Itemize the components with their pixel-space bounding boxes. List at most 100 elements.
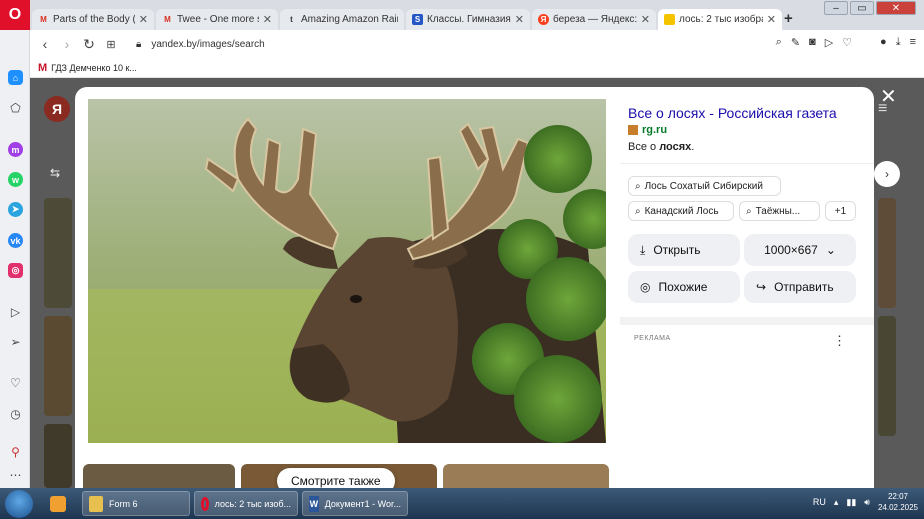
lock-icon: 🔒︎ xyxy=(136,38,142,50)
close-window-button[interactable]: ✕ xyxy=(876,1,916,15)
close-icon[interactable]: ✕ xyxy=(263,13,272,26)
telegram-icon[interactable]: ➤ xyxy=(8,202,23,217)
url-field[interactable]: 🔒︎ yandex.by/images/search xyxy=(136,39,265,50)
extensions-icon[interactable]: ⚲ xyxy=(8,444,23,459)
ad-block: РЕКЛАМА ⋮ xyxy=(620,317,874,488)
search-icon[interactable]: ⌕ xyxy=(776,36,782,49)
back-icon[interactable]: ‹ xyxy=(34,36,56,52)
heart-icon[interactable]: ♡ xyxy=(842,36,852,49)
more-icon[interactable]: ⋯ xyxy=(8,467,23,482)
tab-title: Классы. Гимназия № 2 xyxy=(427,14,511,25)
image-viewer: Все о лосях - Российская газета rg.ru Вс… xyxy=(75,87,874,488)
tab-4[interactable]: S Классы. Гимназия № 2 ✕ xyxy=(406,9,530,30)
background-thumbnail xyxy=(878,198,896,308)
close-viewer-icon[interactable]: ✕ xyxy=(880,84,897,109)
word-icon: W xyxy=(309,495,319,512)
share-button[interactable]: ↪ Отправить xyxy=(744,271,856,303)
source-title[interactable]: Все о лосях - Российская газета xyxy=(628,105,837,121)
new-tab-button[interactable]: + xyxy=(784,11,798,26)
close-icon[interactable]: ✕ xyxy=(139,13,148,26)
menu-icon[interactable]: ≡ xyxy=(910,36,916,49)
profile-icon[interactable]: ● xyxy=(880,36,887,49)
home-icon[interactable]: ⌂ xyxy=(8,70,23,85)
taskbar: Form 6 лось: 2 тыс изоб... W Документ1 -… xyxy=(0,488,924,519)
more-tags-chip[interactable]: +1 xyxy=(825,201,856,221)
tabs-grid-icon[interactable]: ⊞ xyxy=(100,38,122,51)
messenger-icon[interactable]: m xyxy=(8,142,23,157)
taskbar-item-word[interactable]: W Документ1 - Wor... xyxy=(302,491,408,516)
vk-icon[interactable]: vk xyxy=(8,233,23,248)
gmail-icon: M xyxy=(40,15,47,24)
see-also-button[interactable]: Смотрите также xyxy=(277,468,395,488)
source-domain[interactable]: rg.ru xyxy=(628,124,667,136)
send-icon[interactable]: ➢ xyxy=(8,334,23,349)
send-icon[interactable]: ▷ xyxy=(825,36,833,49)
next-arrow-button[interactable]: › xyxy=(874,161,900,187)
tab-title: Parts of the Body (1).pdf xyxy=(53,14,135,25)
tab-strip: O M Parts of the Body (1).pdf ✕ M Twee -… xyxy=(0,0,924,30)
domain-text: rg.ru xyxy=(642,124,668,136)
media-player-icon[interactable] xyxy=(44,491,74,516)
opera-sidebar: ⌂ ⬠ m w ➤ vk ◎ ▷ ➢ ♡ ◷ ⚲ ⋯ xyxy=(0,30,30,488)
background-thumbnail xyxy=(44,198,72,308)
tab-6-active[interactable]: лось: 2 тыс изображени ✕ xyxy=(658,9,782,30)
search-icon: ⌕ xyxy=(635,205,641,217)
taskbar-item-folder[interactable]: Form 6 xyxy=(82,491,190,516)
bookmark-item[interactable]: ГДЗ Демченко 10 к... xyxy=(51,63,137,73)
similar-thumbnail[interactable] xyxy=(83,464,235,488)
background-thumbnail xyxy=(44,424,72,488)
reload-icon[interactable]: ↻ xyxy=(78,36,100,53)
close-icon[interactable]: ✕ xyxy=(515,13,524,26)
more-options-icon[interactable]: ⋮ xyxy=(833,333,846,349)
tab-5[interactable]: Я береза — Яндекс: нашл ✕ xyxy=(532,9,656,30)
network-icon[interactable]: ▮▮ xyxy=(846,497,856,508)
tab-2[interactable]: M Twee - One more step a ✕ xyxy=(156,9,278,30)
background-thumbnail xyxy=(44,316,72,416)
instagram-icon[interactable]: ◎ xyxy=(8,263,23,278)
tab-1[interactable]: M Parts of the Body (1).pdf ✕ xyxy=(32,9,154,30)
system-tray: RU ▴ ▮▮ 🔊︎ 22:07 24.02.2025 xyxy=(813,491,918,513)
divider xyxy=(620,163,874,164)
heart-icon[interactable]: ♡ xyxy=(8,375,23,390)
close-icon[interactable]: ✕ xyxy=(767,13,776,26)
taskbar-item-opera[interactable]: лось: 2 тыс изоб... xyxy=(194,491,298,516)
language-indicator[interactable]: RU xyxy=(813,497,826,507)
moose-photo[interactable] xyxy=(88,99,606,443)
download-icon[interactable]: ⤓ xyxy=(896,36,901,49)
folder-icon xyxy=(89,495,103,512)
tag-chip[interactable]: ⌕ Канадский Лось xyxy=(628,201,734,221)
edit-icon[interactable]: ✎ xyxy=(791,36,800,49)
clock[interactable]: 22:07 24.02.2025 xyxy=(878,491,918,513)
forward-icon[interactable]: › xyxy=(56,36,78,52)
site-favicon-icon xyxy=(628,125,638,135)
tab-title: лось: 2 тыс изображени xyxy=(679,14,763,25)
pinboard-icon[interactable]: ⬠ xyxy=(8,100,23,115)
player-icon[interactable]: ▷ xyxy=(8,304,23,319)
yandex-logo[interactable]: Я xyxy=(44,96,70,122)
yandex-icon: Я xyxy=(538,14,549,25)
similar-button[interactable]: ◎ Похожие xyxy=(628,271,740,303)
tab-3[interactable]: t Amazing Amazon Rainfo xyxy=(280,9,404,30)
minimize-button[interactable]: – xyxy=(824,1,848,15)
whatsapp-icon[interactable]: w xyxy=(8,172,23,187)
tag-chip[interactable]: ⌕ Лось Сохатый Сибирский xyxy=(628,176,781,196)
size-dropdown[interactable]: 1000×667 ⌄ xyxy=(744,234,856,266)
tray-icon[interactable]: ▴ xyxy=(834,497,839,508)
camera-icon[interactable]: ◙ xyxy=(809,36,816,49)
window-controls: – ▭ ✕ xyxy=(824,1,916,15)
volume-icon[interactable]: 🔊︎ xyxy=(864,497,870,508)
lens-icon: ◎ xyxy=(640,280,651,294)
background-thumbnail xyxy=(878,316,896,436)
close-icon[interactable]: ✕ xyxy=(641,13,650,26)
filter-icon[interactable]: ⇆ xyxy=(50,166,60,180)
tag-chip[interactable]: ⌕ Таёжны... xyxy=(739,201,820,221)
open-button[interactable]: ⤓ Открыть xyxy=(628,234,740,266)
opera-menu-button[interactable]: O xyxy=(0,0,30,30)
similar-thumbnail[interactable] xyxy=(443,464,609,488)
toolbar-icons: ⌕ ✎ ◙ ▷ ♡ ● ⤓ ≡ xyxy=(776,36,916,49)
maximize-button[interactable]: ▭ xyxy=(850,1,874,15)
start-button[interactable] xyxy=(5,490,33,518)
history-icon[interactable]: ◷ xyxy=(8,406,23,421)
school-site-icon: S xyxy=(412,14,423,25)
yandex-images-icon xyxy=(664,14,675,25)
